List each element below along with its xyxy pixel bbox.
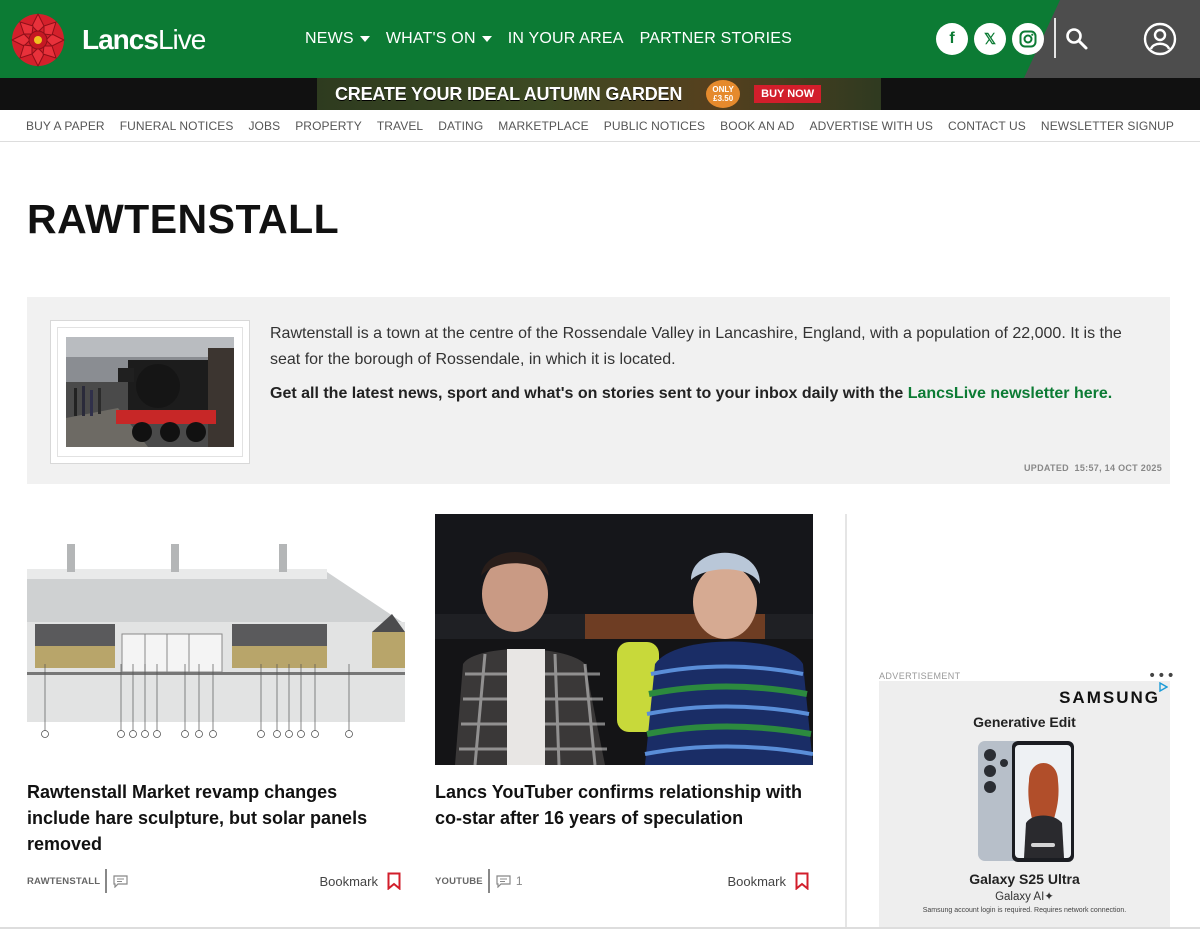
bookmark-button[interactable]: Bookmark bbox=[727, 868, 809, 894]
meta-divider bbox=[487, 869, 490, 893]
promo-badge-price: £3.50 bbox=[713, 94, 734, 103]
logo-live: Live bbox=[157, 24, 206, 55]
topic-image-frame bbox=[50, 320, 250, 464]
samsung-ad[interactable]: SAMSUNG Generative Edit Galaxy S25 Ultra… bbox=[879, 681, 1170, 929]
nav-partner-stories-label: PARTNER STORIES bbox=[639, 30, 792, 47]
subnav-buy-a-paper[interactable]: BUY A PAPER bbox=[19, 119, 113, 133]
nav-whats-on-label: WHAT'S ON bbox=[385, 30, 476, 47]
comment-icon[interactable] bbox=[113, 874, 128, 888]
subnav-travel[interactable]: TRAVEL bbox=[369, 119, 430, 133]
phone-product-image bbox=[978, 741, 1074, 862]
bookmark-button[interactable]: Bookmark bbox=[319, 868, 401, 894]
article-meta: RAWTENSTALL Bookmark bbox=[27, 868, 405, 894]
subnav-jobs[interactable]: JOBS bbox=[241, 119, 288, 133]
x-twitter-icon[interactable]: 𝕏 bbox=[974, 23, 1006, 55]
promo-headline: CREATE YOUR IDEAL AUTUMN GARDEN bbox=[335, 83, 683, 104]
article-card-market: Rawtenstall Market revamp changes includ… bbox=[27, 514, 405, 893]
subnav-marketplace[interactable]: MARKETPLACE bbox=[491, 119, 596, 133]
updated-value: 15:57, 14 OCT 2025 bbox=[1074, 463, 1162, 473]
facebook-icon[interactable]: f bbox=[936, 23, 968, 55]
subnav-public-notices[interactable]: PUBLIC NOTICES bbox=[596, 119, 712, 133]
nav-news-label: NEWS bbox=[305, 30, 354, 47]
page-title: RAWTENSTALL bbox=[27, 196, 340, 242]
article-meta: YOUTUBE 1 Bookmark bbox=[435, 868, 813, 894]
user-account-icon[interactable] bbox=[1143, 22, 1177, 56]
social-links: f 𝕏 bbox=[936, 23, 1044, 55]
nav-whats-on[interactable]: WHAT'S ON bbox=[386, 30, 492, 48]
subnav-dating[interactable]: DATING bbox=[431, 119, 491, 133]
topic-description: Rawtenstall is a town at the centre of t… bbox=[270, 325, 1122, 368]
red-rose-logo-icon bbox=[10, 12, 66, 68]
ad-brand: SAMSUNG bbox=[1059, 688, 1160, 707]
instagram-icon[interactable] bbox=[1012, 23, 1044, 55]
ad-product-name: Galaxy S25 Ultra bbox=[969, 871, 1080, 887]
subnav-property[interactable]: PROPERTY bbox=[288, 119, 370, 133]
article-tag[interactable]: YOUTUBE bbox=[435, 876, 483, 887]
promo-badge-top: ONLY bbox=[712, 85, 734, 94]
article-headline[interactable]: Lancs YouTuber confirms relationship wit… bbox=[435, 779, 813, 831]
meta-divider bbox=[105, 869, 108, 893]
subnav-advertise-with-us[interactable]: ADVERTISE WITH US bbox=[802, 119, 941, 133]
topic-info-box: Rawtenstall is a town at the centre of t… bbox=[27, 297, 1170, 484]
comment-count: 1 bbox=[515, 874, 523, 888]
nav-in-your-area[interactable]: IN YOUR AREA bbox=[508, 30, 624, 48]
newsletter-link[interactable]: LancsLive newsletter here. bbox=[908, 385, 1113, 402]
nav-news[interactable]: NEWS bbox=[305, 30, 370, 48]
article-image-market[interactable] bbox=[27, 514, 405, 765]
updated-timestamp: UPDATED 15:57, 14 OCT 2025 bbox=[1024, 463, 1162, 473]
buy-now-button[interactable]: BUY NOW bbox=[754, 85, 822, 103]
site-logo[interactable]: LancsLive bbox=[8, 10, 206, 70]
bookmark-label: Bookmark bbox=[319, 873, 378, 889]
promo-banner: CREATE YOUR IDEAL AUTUMN GARDEN ONLY £3.… bbox=[0, 78, 1200, 110]
main-nav: NEWS WHAT'S ON IN YOUR AREA PARTNER STOR… bbox=[305, 0, 792, 78]
chevron-down-icon bbox=[481, 36, 492, 42]
steam-train-image bbox=[57, 327, 243, 457]
subnav-book-an-ad[interactable]: BOOK AN AD bbox=[713, 119, 802, 133]
logo-lancs: Lancs bbox=[82, 24, 159, 55]
promo-price-badge: ONLY £3.50 bbox=[706, 80, 741, 108]
newsletter-cta: Get all the latest news, sport and what'… bbox=[270, 385, 1150, 403]
article-tag[interactable]: RAWTENSTALL bbox=[27, 876, 100, 887]
nav-in-your-area-label: IN YOUR AREA bbox=[507, 30, 624, 47]
bookmark-label: Bookmark bbox=[727, 873, 786, 889]
youtubers-photo bbox=[435, 514, 813, 765]
site-header: LancsLive NEWS WHAT'S ON IN YOUR AREA PA… bbox=[0, 0, 1200, 78]
article-headline[interactable]: Rawtenstall Market revamp changes includ… bbox=[27, 779, 405, 857]
bookmark-icon bbox=[795, 872, 809, 890]
bookmark-icon bbox=[387, 872, 401, 890]
ad-fine-print: Samsung account login is required. Requi… bbox=[922, 907, 1127, 914]
article-image-youtuber[interactable] bbox=[435, 514, 813, 765]
subnav-newsletter-signup[interactable]: NEWSLETTER SIGNUP bbox=[1033, 119, 1181, 133]
promo-ad[interactable]: CREATE YOUR IDEAL AUTUMN GARDEN ONLY £3.… bbox=[317, 78, 881, 110]
ad-title: Generative Edit bbox=[973, 714, 1076, 730]
chevron-down-icon bbox=[359, 36, 370, 42]
instagram-glyph-icon bbox=[1019, 30, 1037, 48]
comment-icon[interactable] bbox=[496, 874, 511, 888]
market-elevation-drawing bbox=[27, 514, 405, 765]
subnav-funeral-notices[interactable]: FUNERAL NOTICES bbox=[112, 119, 241, 133]
advertisement-label: ADVERTISEMENT bbox=[879, 671, 961, 681]
updated-label: UPDATED bbox=[1024, 463, 1069, 473]
secondary-nav: BUY A PAPER FUNERAL NOTICES JOBS PROPERT… bbox=[0, 110, 1200, 142]
newsletter-cta-text: Get all the latest news, sport and what'… bbox=[270, 385, 908, 402]
subnav-contact-us[interactable]: CONTACT US bbox=[941, 119, 1034, 133]
search-icon[interactable] bbox=[1064, 26, 1090, 52]
ad-subtitle: Galaxy AI✦ bbox=[995, 891, 1054, 903]
header-divider bbox=[1054, 18, 1056, 58]
column-divider bbox=[845, 514, 847, 929]
steam-train-illustration bbox=[66, 337, 234, 447]
article-card-youtuber: Lancs YouTuber confirms relationship wit… bbox=[435, 514, 813, 893]
nav-partner-stories[interactable]: PARTNER STORIES bbox=[640, 30, 792, 48]
logo-wordmark: LancsLive bbox=[82, 24, 206, 56]
